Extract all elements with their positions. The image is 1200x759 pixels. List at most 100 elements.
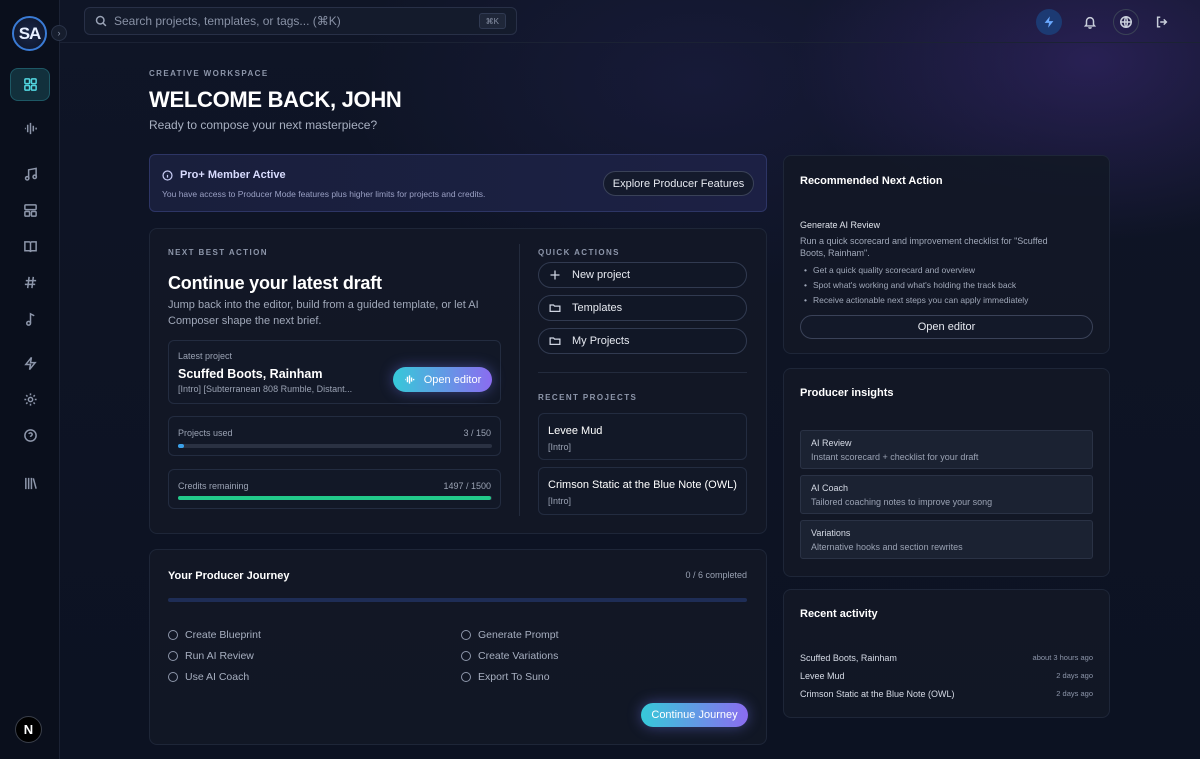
sidebar-item-music[interactable] bbox=[10, 158, 50, 190]
checkbox-circle-icon bbox=[168, 630, 178, 640]
explore-producer-features-button[interactable]: Explore Producer Features bbox=[603, 171, 754, 196]
recommended-title: Recommended Next Action bbox=[800, 175, 943, 187]
info-icon bbox=[162, 169, 173, 181]
notifications-button[interactable] bbox=[1077, 9, 1103, 35]
my-projects-button[interactable]: My Projects bbox=[538, 328, 747, 354]
sidebar-item-help[interactable] bbox=[10, 419, 50, 451]
journey-step[interactable]: Create Variations bbox=[461, 650, 558, 662]
sidebar-item-notes[interactable] bbox=[10, 303, 50, 335]
insights-title: Producer insights bbox=[800, 387, 894, 399]
plus-icon bbox=[550, 270, 560, 280]
next-action-title: Continue your latest draft bbox=[168, 273, 382, 293]
page-eyebrow: CREATIVE WORKSPACE bbox=[149, 69, 269, 78]
pro-member-banner: Pro+ Member Active You have access to Pr… bbox=[149, 154, 767, 212]
journey-step[interactable]: Use AI Coach bbox=[168, 671, 249, 683]
insight-title: AI Review bbox=[811, 438, 852, 448]
templates-label: Templates bbox=[572, 302, 623, 314]
user-avatar[interactable]: N bbox=[15, 716, 42, 743]
recommended-action-title: Generate AI Review bbox=[800, 220, 881, 230]
sidebar-item-waveform[interactable] bbox=[10, 112, 50, 144]
activity-title: Recent activity bbox=[800, 608, 878, 620]
open-editor-button[interactable]: Open editor bbox=[393, 367, 492, 392]
hash-icon bbox=[24, 276, 36, 288]
latest-project-title: Scuffed Boots, Rainham bbox=[178, 367, 323, 381]
divider bbox=[519, 244, 520, 516]
journey-step-label: Use AI Coach bbox=[185, 671, 250, 683]
journey-step-label: Export To Suno bbox=[478, 671, 550, 683]
sidebar: SA › N bbox=[0, 0, 67, 759]
insight-item[interactable]: AI Coach Tailored coaching notes to impr… bbox=[800, 475, 1093, 514]
recommended-bullet: Receive actionable next steps you can ap… bbox=[804, 295, 1028, 305]
page-title: WELCOME BACK, JOHN bbox=[149, 87, 402, 112]
projects-used-meter: Projects used 3 / 150 bbox=[168, 416, 501, 456]
my-projects-label: My Projects bbox=[572, 335, 630, 347]
sidebar-item-guide[interactable] bbox=[10, 230, 50, 262]
insight-desc: Tailored coaching notes to improve your … bbox=[811, 497, 993, 507]
journey-step[interactable]: Run AI Review bbox=[168, 650, 254, 662]
sidebar-item-dashboard[interactable] bbox=[10, 68, 50, 101]
waveform-icon bbox=[24, 122, 37, 134]
continue-journey-button[interactable]: Continue Journey bbox=[641, 703, 748, 727]
credits-track bbox=[178, 496, 492, 500]
journey-step[interactable]: Export To Suno bbox=[461, 671, 550, 683]
folder-icon bbox=[549, 337, 561, 346]
credits-fill bbox=[178, 496, 492, 500]
latest-project-snippet: [Intro] [Subterranean 808 Rumble, Distan… bbox=[178, 384, 353, 394]
music-note-icon bbox=[24, 167, 37, 181]
journey-status: 0 / 6 completed bbox=[685, 570, 747, 580]
journey-progress-track bbox=[168, 598, 747, 602]
search-input[interactable]: Search projects, templates, or tags... (… bbox=[84, 7, 517, 35]
globe-icon bbox=[1120, 16, 1132, 28]
activity-row[interactable]: Crimson Static at the Blue Note (OWL) 2 … bbox=[800, 689, 1093, 699]
activity-time: 2 days ago bbox=[1056, 671, 1093, 680]
folder-icon bbox=[549, 304, 561, 313]
new-project-button[interactable]: New project bbox=[538, 262, 747, 288]
sidebar-item-producer[interactable] bbox=[10, 347, 50, 379]
journey-step-label: Create Variations bbox=[478, 650, 559, 662]
recommended-open-editor-button[interactable]: Open editor bbox=[800, 315, 1093, 339]
activity-row[interactable]: Levee Mud 2 days ago bbox=[800, 671, 1093, 681]
logout-button[interactable] bbox=[1149, 9, 1175, 35]
app-logo[interactable]: SA bbox=[12, 16, 47, 51]
insight-item[interactable]: Variations Alternative hooks and section… bbox=[800, 520, 1093, 559]
templates-button[interactable]: Templates bbox=[538, 295, 747, 321]
activity-time: about 3 hours ago bbox=[1032, 653, 1093, 662]
pro-title: Pro+ Member Active bbox=[180, 169, 286, 181]
producer-mode-button[interactable] bbox=[1036, 9, 1062, 35]
bolt-icon bbox=[23, 356, 37, 370]
language-button[interactable] bbox=[1113, 9, 1139, 35]
waveform-icon bbox=[405, 375, 415, 384]
sidebar-item-settings[interactable] bbox=[10, 383, 50, 415]
journey-step[interactable]: Generate Prompt bbox=[461, 629, 559, 641]
recent-project-item[interactable]: Levee Mud [Intro] bbox=[538, 413, 747, 460]
insight-item[interactable]: AI Review Instant scorecard + checklist … bbox=[800, 430, 1093, 469]
gear-icon bbox=[23, 392, 37, 406]
journey-step-label: Run AI Review bbox=[185, 650, 254, 662]
sidebar-item-templates[interactable] bbox=[10, 194, 50, 226]
checkbox-circle-icon bbox=[461, 630, 471, 640]
layout-icon bbox=[23, 203, 37, 217]
checkbox-circle-icon bbox=[168, 651, 178, 661]
pro-description: You have access to Producer Mode feature… bbox=[162, 189, 486, 199]
checkbox-circle-icon bbox=[461, 651, 471, 661]
open-editor-label: Open editor bbox=[423, 373, 482, 386]
sidebar-item-tags[interactable] bbox=[10, 266, 50, 298]
page-subtitle: Ready to compose your next masterpiece? bbox=[149, 118, 378, 132]
bell-icon bbox=[1083, 16, 1097, 29]
divider bbox=[538, 372, 747, 373]
activity-name: Levee Mud bbox=[800, 671, 845, 681]
help-icon bbox=[23, 428, 37, 442]
search-shortcut: ⌘K bbox=[478, 13, 506, 29]
insight-desc: Alternative hooks and section rewrites bbox=[811, 542, 963, 552]
search-placeholder: Search projects, templates, or tags... (… bbox=[114, 14, 341, 28]
journey-title: Your Producer Journey bbox=[168, 570, 290, 582]
activity-row[interactable]: Scuffed Boots, Rainham about 3 hours ago bbox=[800, 653, 1093, 663]
quick-actions-eyebrow: QUICK ACTIONS bbox=[538, 248, 620, 257]
recent-project-tag: [Intro] bbox=[548, 496, 572, 506]
grid-icon bbox=[23, 78, 37, 91]
sidebar-item-library[interactable] bbox=[10, 467, 50, 499]
credits-remaining-meter: Credits remaining 1497 / 1500 bbox=[168, 469, 501, 509]
next-action-description: Jump back into the editor, build from a … bbox=[168, 299, 479, 327]
recent-project-item[interactable]: Crimson Static at the Blue Note (OWL) [I… bbox=[538, 467, 747, 515]
journey-step[interactable]: Create Blueprint bbox=[168, 629, 261, 641]
